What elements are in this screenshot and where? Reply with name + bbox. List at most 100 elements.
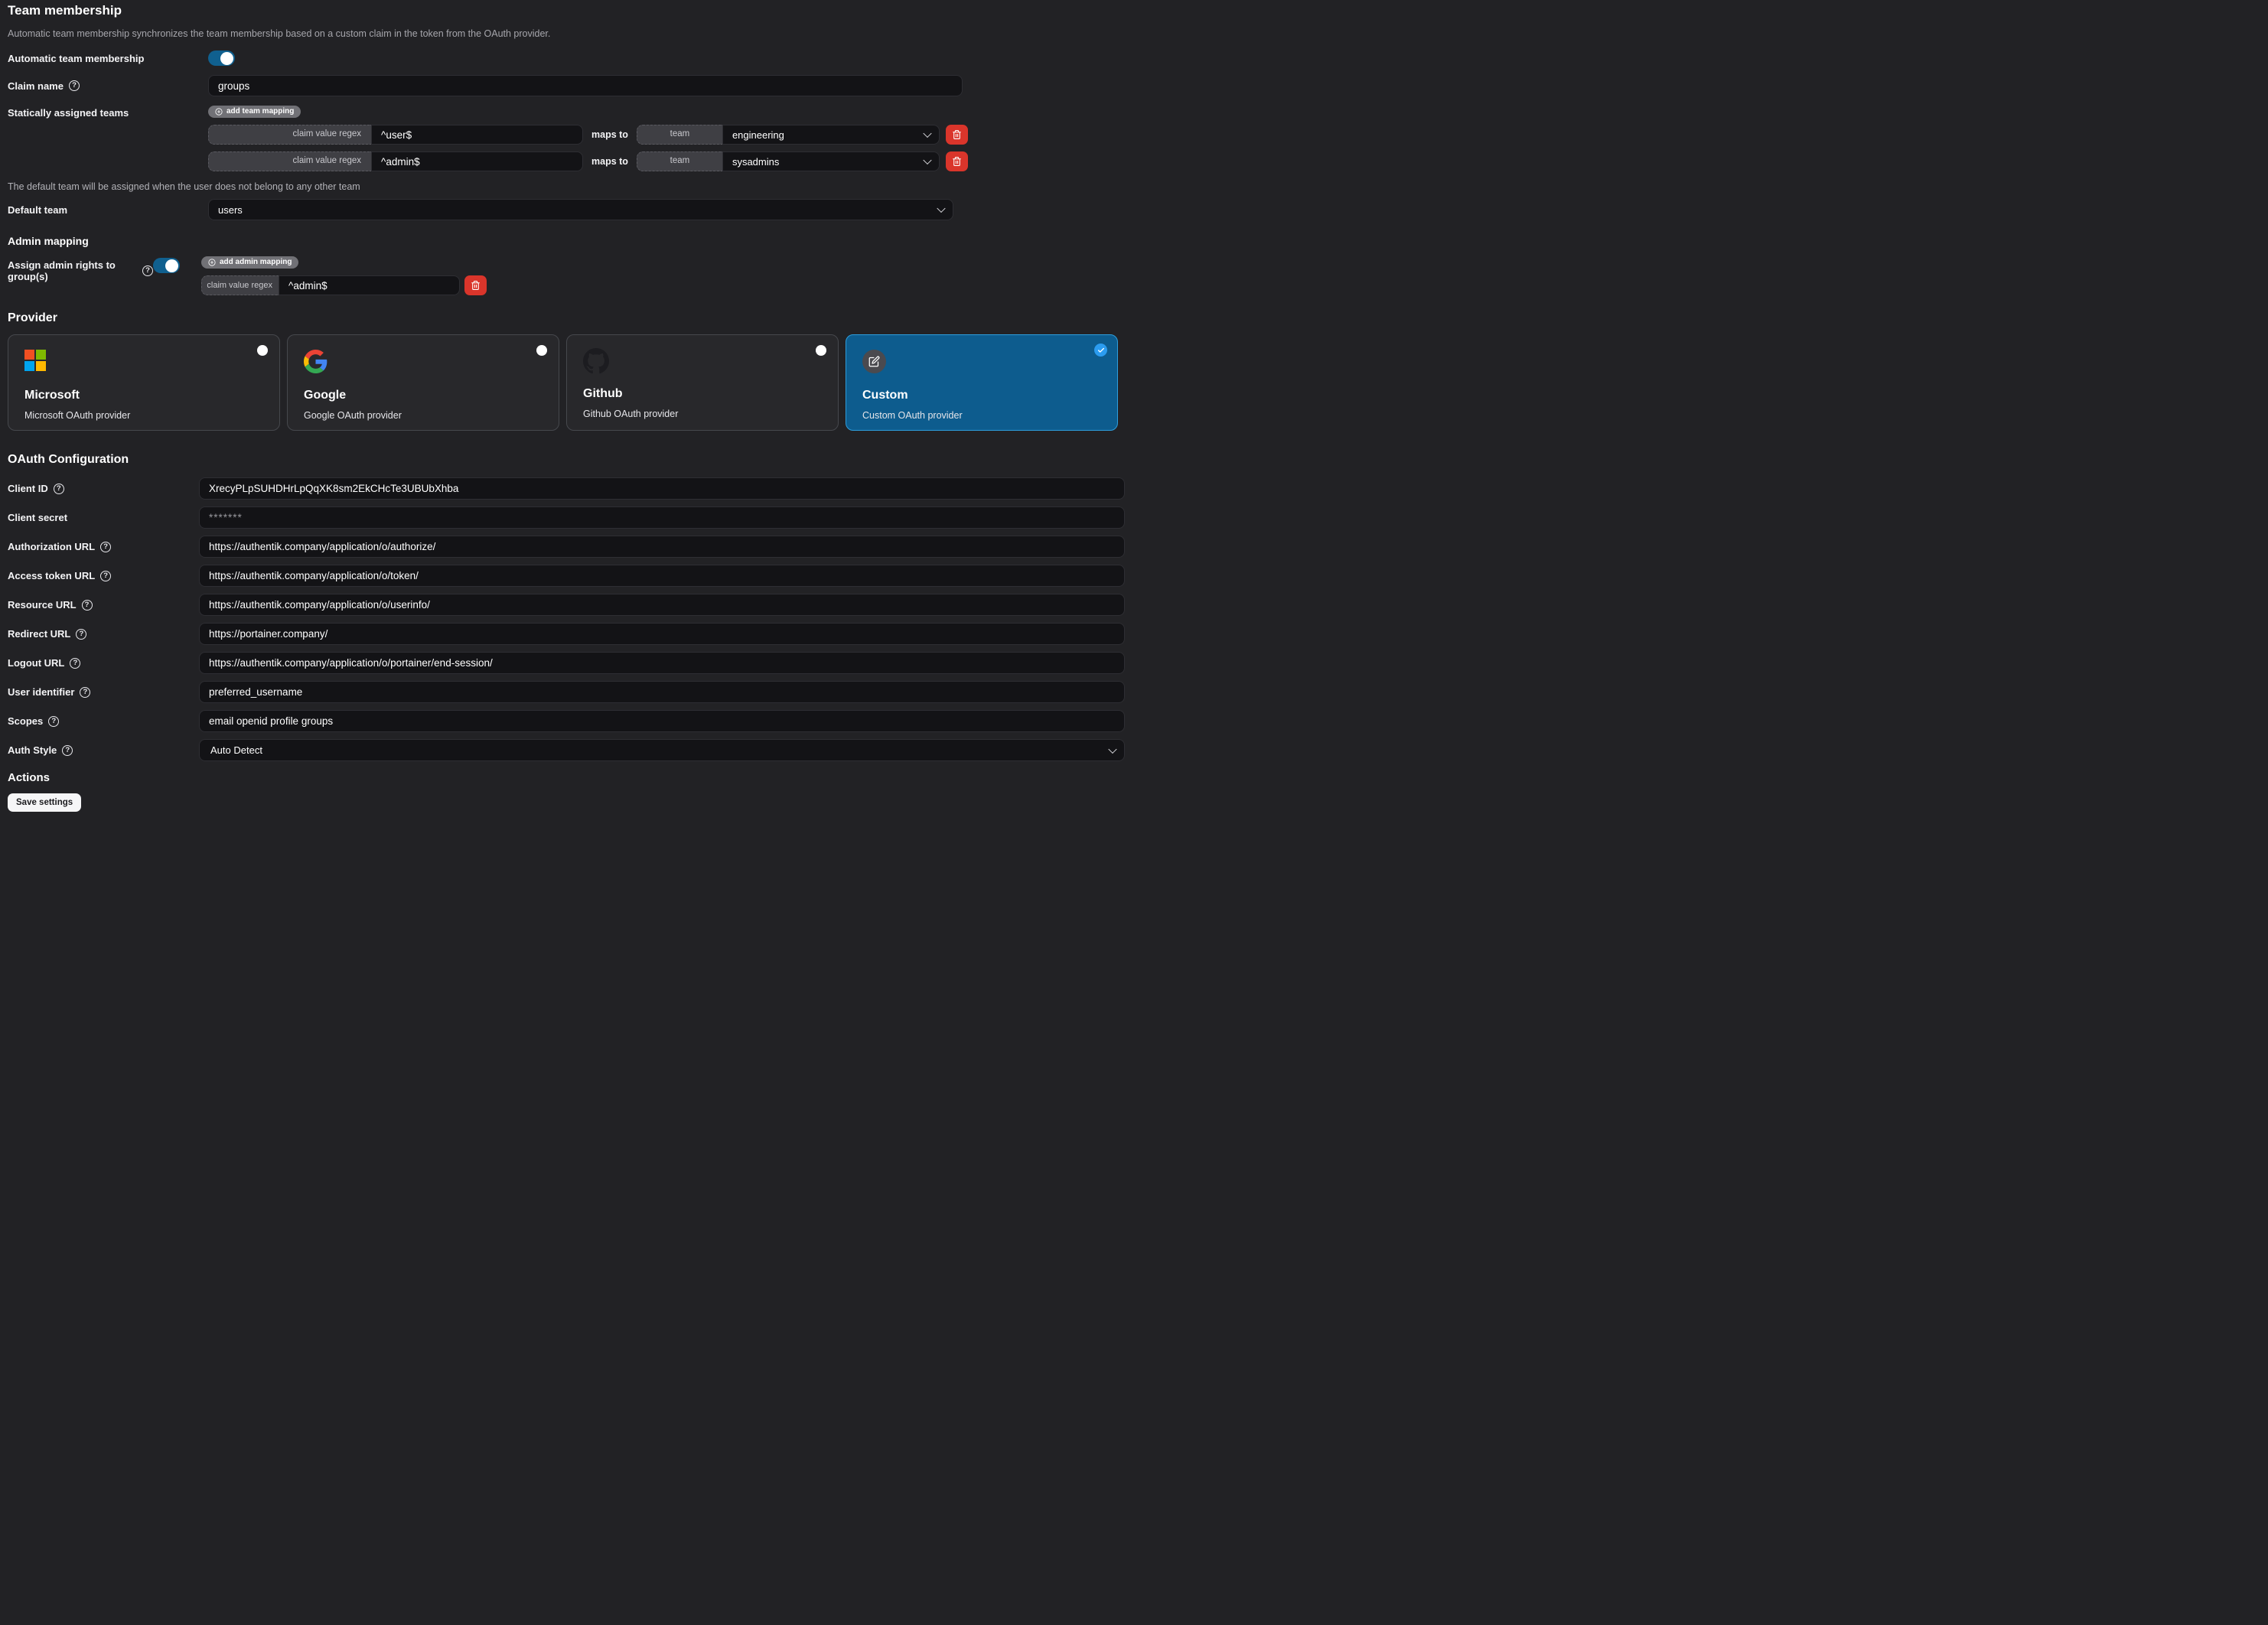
automatic-team-membership-row: Automatic team membership <box>8 50 1125 66</box>
trash-icon <box>952 156 962 167</box>
team-select[interactable]: engineering <box>722 125 940 145</box>
provider-card-description: Custom OAuth provider <box>862 410 1101 421</box>
provider-radio-unselected[interactable] <box>816 345 826 356</box>
provider-card-custom[interactable]: Custom Custom OAuth provider <box>846 334 1118 431</box>
maps-to-label: maps to <box>591 156 628 167</box>
admin-claim-regex-input[interactable] <box>279 275 460 295</box>
default-team-select[interactable]: users <box>208 199 953 220</box>
edit-pencil-icon <box>868 356 880 367</box>
client-id-input[interactable] <box>199 477 1125 500</box>
help-icon: ? <box>62 745 73 756</box>
admin-mapping-title: Admin mapping <box>8 234 1125 248</box>
admin-mapping-regex-row: claim value regex <box>201 275 487 295</box>
claim-value-regex-addon: claim value regex <box>208 125 371 145</box>
auth-style-label: Auth Style <box>8 744 57 756</box>
provider-card-description: Github OAuth provider <box>583 409 822 419</box>
help-icon: ? <box>70 658 80 669</box>
user-identifier-row: User identifier ? <box>8 681 1125 703</box>
logout-url-row: Logout URL ? <box>8 652 1125 674</box>
save-settings-button[interactable]: Save settings <box>8 793 81 812</box>
client-id-label: Client ID <box>8 483 48 494</box>
add-admin-mapping-button[interactable]: add admin mapping <box>201 256 298 269</box>
provider-card-google[interactable]: Google Google OAuth provider <box>287 334 559 431</box>
team-addon: team <box>637 151 722 171</box>
help-icon: ? <box>100 571 111 581</box>
delete-admin-mapping-button[interactable] <box>464 275 487 295</box>
redirect-url-input[interactable] <box>199 623 1125 645</box>
default-team-row: Default team users <box>8 199 1125 220</box>
authorization-url-row: Authorization URL ? <box>8 536 1125 558</box>
team-select[interactable]: sysadmins <box>722 151 940 171</box>
oauth-settings-page: Team membership Automatic team membershi… <box>0 0 1134 830</box>
google-logo-icon <box>304 350 327 373</box>
resource-url-input[interactable] <box>199 594 1125 616</box>
default-team-note: The default team will be assigned when t… <box>8 181 1125 193</box>
logout-url-input[interactable] <box>199 652 1125 674</box>
resource-url-label: Resource URL <box>8 599 77 611</box>
assign-admin-rights-label: Assign admin rights to group(s) <box>8 259 137 282</box>
user-identifier-input[interactable] <box>199 681 1125 703</box>
redirect-url-row: Redirect URL ? <box>8 623 1125 645</box>
automatic-team-membership-toggle[interactable] <box>208 50 235 66</box>
help-icon: ? <box>82 600 93 611</box>
team-addon: team <box>637 125 722 145</box>
check-icon <box>1097 347 1105 354</box>
redirect-url-label: Redirect URL <box>8 628 70 640</box>
toggle-knob <box>220 52 233 65</box>
help-icon: ? <box>100 542 111 552</box>
team-mapping-row: claim value regex maps to team sysadmins <box>208 151 968 171</box>
custom-provider-icon <box>862 350 886 373</box>
provider-card-description: Microsoft OAuth provider <box>24 410 263 421</box>
help-icon: ? <box>80 687 90 698</box>
circled-plus-icon <box>208 259 216 266</box>
user-identifier-label: User identifier <box>8 686 74 698</box>
logout-url-label: Logout URL <box>8 657 64 669</box>
authorization-url-input[interactable] <box>199 536 1125 558</box>
client-secret-row: Client secret <box>8 506 1125 529</box>
add-team-mapping-button[interactable]: add team mapping <box>208 106 301 118</box>
trash-icon <box>471 280 481 291</box>
claim-name-input[interactable] <box>208 75 963 96</box>
help-icon: ? <box>69 80 80 91</box>
provider-card-github[interactable]: Github Github OAuth provider <box>566 334 839 431</box>
auth-style-select[interactable]: Auto Detect <box>199 739 1125 761</box>
automatic-team-membership-label: Automatic team membership <box>8 53 208 64</box>
default-team-label: Default team <box>8 204 208 216</box>
provider-radio-unselected[interactable] <box>536 345 547 356</box>
oauth-configuration-title: OAuth Configuration <box>8 452 1125 467</box>
client-secret-label: Client secret <box>8 512 67 523</box>
add-admin-mapping-label: add admin mapping <box>220 259 292 266</box>
provider-card-microsoft[interactable]: Microsoft Microsoft OAuth provider <box>8 334 280 431</box>
github-logo-icon <box>583 348 609 374</box>
statically-assigned-teams-row: Statically assigned teams add team mappi… <box>8 106 1125 171</box>
access-token-url-row: Access token URL ? <box>8 565 1125 587</box>
microsoft-logo-icon <box>24 350 46 371</box>
claim-regex-input[interactable] <box>371 125 583 145</box>
delete-team-mapping-button[interactable] <box>946 125 968 145</box>
access-token-url-input[interactable] <box>199 565 1125 587</box>
client-secret-input[interactable] <box>199 506 1125 529</box>
statically-assigned-teams-label: Statically assigned teams <box>8 106 208 119</box>
circled-plus-icon <box>215 108 223 116</box>
provider-selected-badge <box>1094 344 1107 357</box>
delete-team-mapping-button[interactable] <box>946 151 968 171</box>
trash-icon <box>952 129 962 140</box>
scopes-input[interactable] <box>199 710 1125 732</box>
resource-url-row: Resource URL ? <box>8 594 1125 616</box>
assign-admin-rights-toggle[interactable] <box>153 258 180 273</box>
claim-regex-input[interactable] <box>371 151 583 171</box>
help-icon: ? <box>142 265 153 276</box>
access-token-url-label: Access token URL <box>8 570 95 581</box>
provider-card-name: Google <box>304 389 543 402</box>
team-mapping-row: claim value regex maps to team engineeri… <box>208 125 968 145</box>
admin-mapping-row: Assign admin rights to group(s) ? add ad… <box>8 258 1125 295</box>
provider-radio-unselected[interactable] <box>257 345 268 356</box>
help-icon: ? <box>54 484 64 494</box>
provider-cards: Microsoft Microsoft OAuth provider Googl… <box>8 334 1125 431</box>
team-membership-title: Team membership <box>8 3 1125 18</box>
scopes-row: Scopes ? <box>8 710 1125 732</box>
authorization-url-label: Authorization URL <box>8 541 95 552</box>
claim-name-label: Claim name <box>8 80 64 92</box>
client-id-row: Client ID ? <box>8 477 1125 500</box>
claim-value-regex-addon: claim value regex <box>208 151 371 171</box>
